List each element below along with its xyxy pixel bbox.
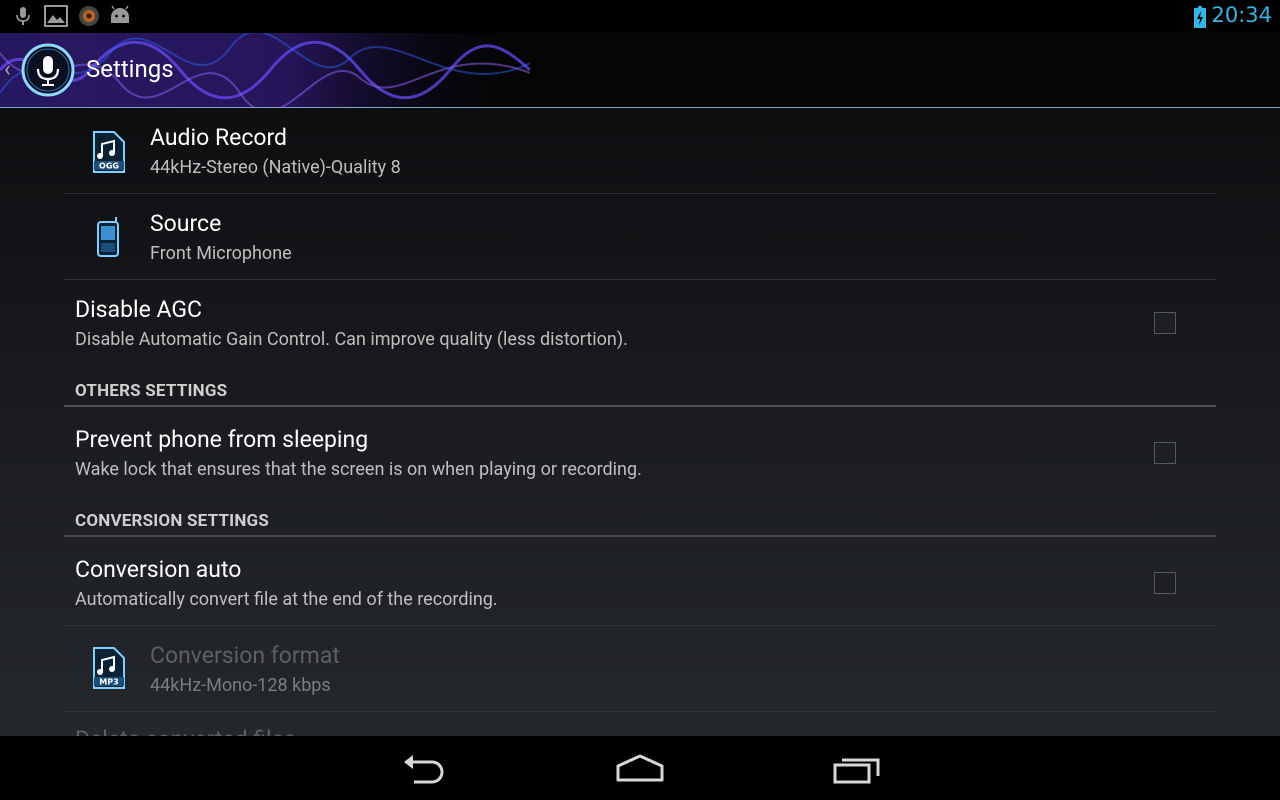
- audio-record-title: Audio Record: [150, 124, 288, 151]
- phone-icon: [97, 217, 119, 257]
- action-bar: ‹ Settings: [0, 33, 1280, 108]
- status-bar: 20:34: [0, 0, 1280, 33]
- conversion-auto-checkbox[interactable]: [1154, 572, 1176, 594]
- disable-agc-title: Disable AGC: [75, 296, 202, 323]
- image-icon: [44, 5, 68, 27]
- section-label: CONVERSION SETTINGS: [75, 511, 269, 531]
- others-settings-header: OTHERS SETTINGS: [64, 375, 1216, 407]
- navigation-bar: [0, 736, 1280, 800]
- audio-record-summary: 44kHz-Stereo (Native)-Quality 8: [150, 157, 401, 178]
- conversion-auto-pref[interactable]: Conversion auto Automatically convert fi…: [64, 538, 1216, 626]
- microphone-icon: [16, 7, 30, 25]
- android-icon: [111, 5, 129, 23]
- disable-agc-checkbox[interactable]: [1154, 312, 1176, 334]
- prevent-sleep-checkbox[interactable]: [1154, 442, 1176, 464]
- ogg-file-icon: OGG: [93, 131, 125, 173]
- conversion-auto-title: Conversion auto: [75, 556, 242, 583]
- record-app-icon: [79, 6, 99, 26]
- delete-converted-pref: Delete converted files: [64, 712, 1216, 736]
- conversion-settings-header: CONVERSION SETTINGS: [64, 505, 1216, 537]
- prevent-sleep-title: Prevent phone from sleeping: [75, 426, 369, 453]
- up-caret-icon[interactable]: ‹: [4, 57, 11, 82]
- source-summary: Front Microphone: [150, 243, 292, 264]
- recent-apps-icon[interactable]: [832, 752, 882, 786]
- page-title: Settings: [86, 55, 174, 83]
- mp3-file-icon: MP3: [93, 647, 125, 689]
- audio-record-pref[interactable]: OGG Audio Record 44kHz-Stereo (Native)-Q…: [64, 108, 1216, 194]
- ogg-file-icon-label: OGG: [99, 162, 119, 171]
- home-icon[interactable]: [615, 752, 665, 786]
- section-label: OTHERS SETTINGS: [75, 381, 228, 401]
- disable-agc-summary: Disable Automatic Gain Control. Can impr…: [75, 329, 628, 350]
- mp3-file-icon-label: MP3: [99, 678, 118, 687]
- clock: 20:34: [1211, 3, 1272, 27]
- waveform-background: [0, 33, 530, 107]
- microphone-icon[interactable]: [20, 42, 76, 98]
- settings-list[interactable]: OGG Audio Record 44kHz-Stereo (Native)-Q…: [0, 108, 1280, 736]
- source-title: Source: [150, 210, 222, 237]
- back-icon[interactable]: [400, 752, 448, 786]
- battery-charging-icon: [1194, 6, 1206, 28]
- disable-agc-pref[interactable]: Disable AGC Disable Automatic Gain Contr…: [64, 280, 1216, 365]
- prevent-sleep-pref[interactable]: Prevent phone from sleeping Wake lock th…: [64, 408, 1216, 493]
- conversion-format-title: Conversion format: [150, 642, 340, 669]
- delete-converted-title: Delete converted files: [75, 726, 296, 736]
- source-pref[interactable]: Source Front Microphone: [64, 194, 1216, 280]
- prevent-sleep-summary: Wake lock that ensures that the screen i…: [75, 459, 642, 480]
- conversion-format-summary: 44kHz-Mono-128 kbps: [150, 675, 331, 696]
- conversion-format-pref: MP3 Conversion format 44kHz-Mono-128 kbp…: [64, 626, 1216, 712]
- conversion-auto-summary: Automatically convert file at the end of…: [75, 589, 498, 610]
